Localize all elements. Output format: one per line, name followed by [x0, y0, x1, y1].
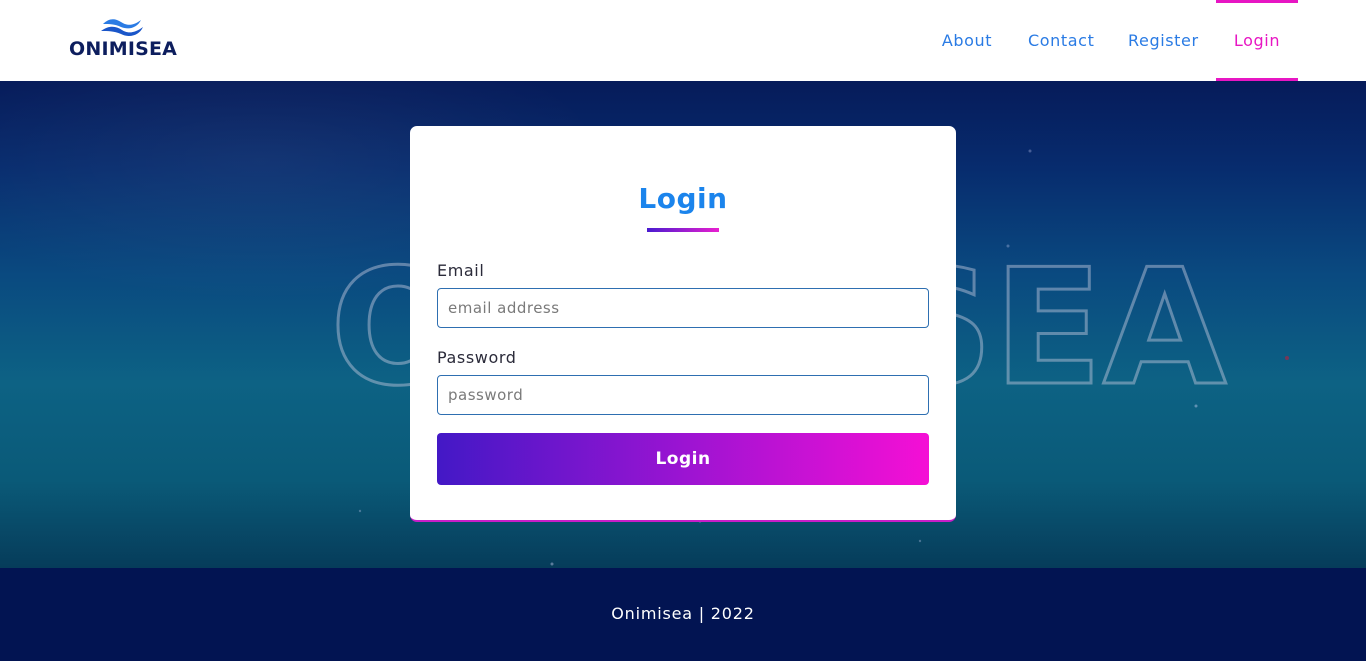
title-underline [647, 228, 719, 232]
login-card: Login Email Password Login [410, 126, 956, 522]
waves-icon [101, 19, 143, 36]
login-button[interactable]: Login [437, 433, 929, 485]
nav-contact[interactable]: Contact [1028, 0, 1094, 81]
brand-name: ONIMISEA [69, 38, 178, 60]
email-label: Email [437, 261, 485, 280]
password-label: Password [437, 348, 517, 367]
nav-about[interactable]: About [941, 0, 993, 81]
footer-copyright: Onimisea | 2022 [611, 604, 755, 623]
brand-logo[interactable]: ONIMISEA [69, 16, 179, 64]
nav-register[interactable]: Register [1128, 0, 1198, 81]
password-field[interactable] [437, 375, 929, 415]
nav-login[interactable]: Login [1216, 0, 1298, 81]
site-header: ONIMISEA About Contact Register Login [0, 0, 1366, 81]
email-field[interactable] [437, 288, 929, 328]
site-footer: Onimisea | 2022 [0, 568, 1366, 661]
login-title: Login [638, 182, 728, 215]
